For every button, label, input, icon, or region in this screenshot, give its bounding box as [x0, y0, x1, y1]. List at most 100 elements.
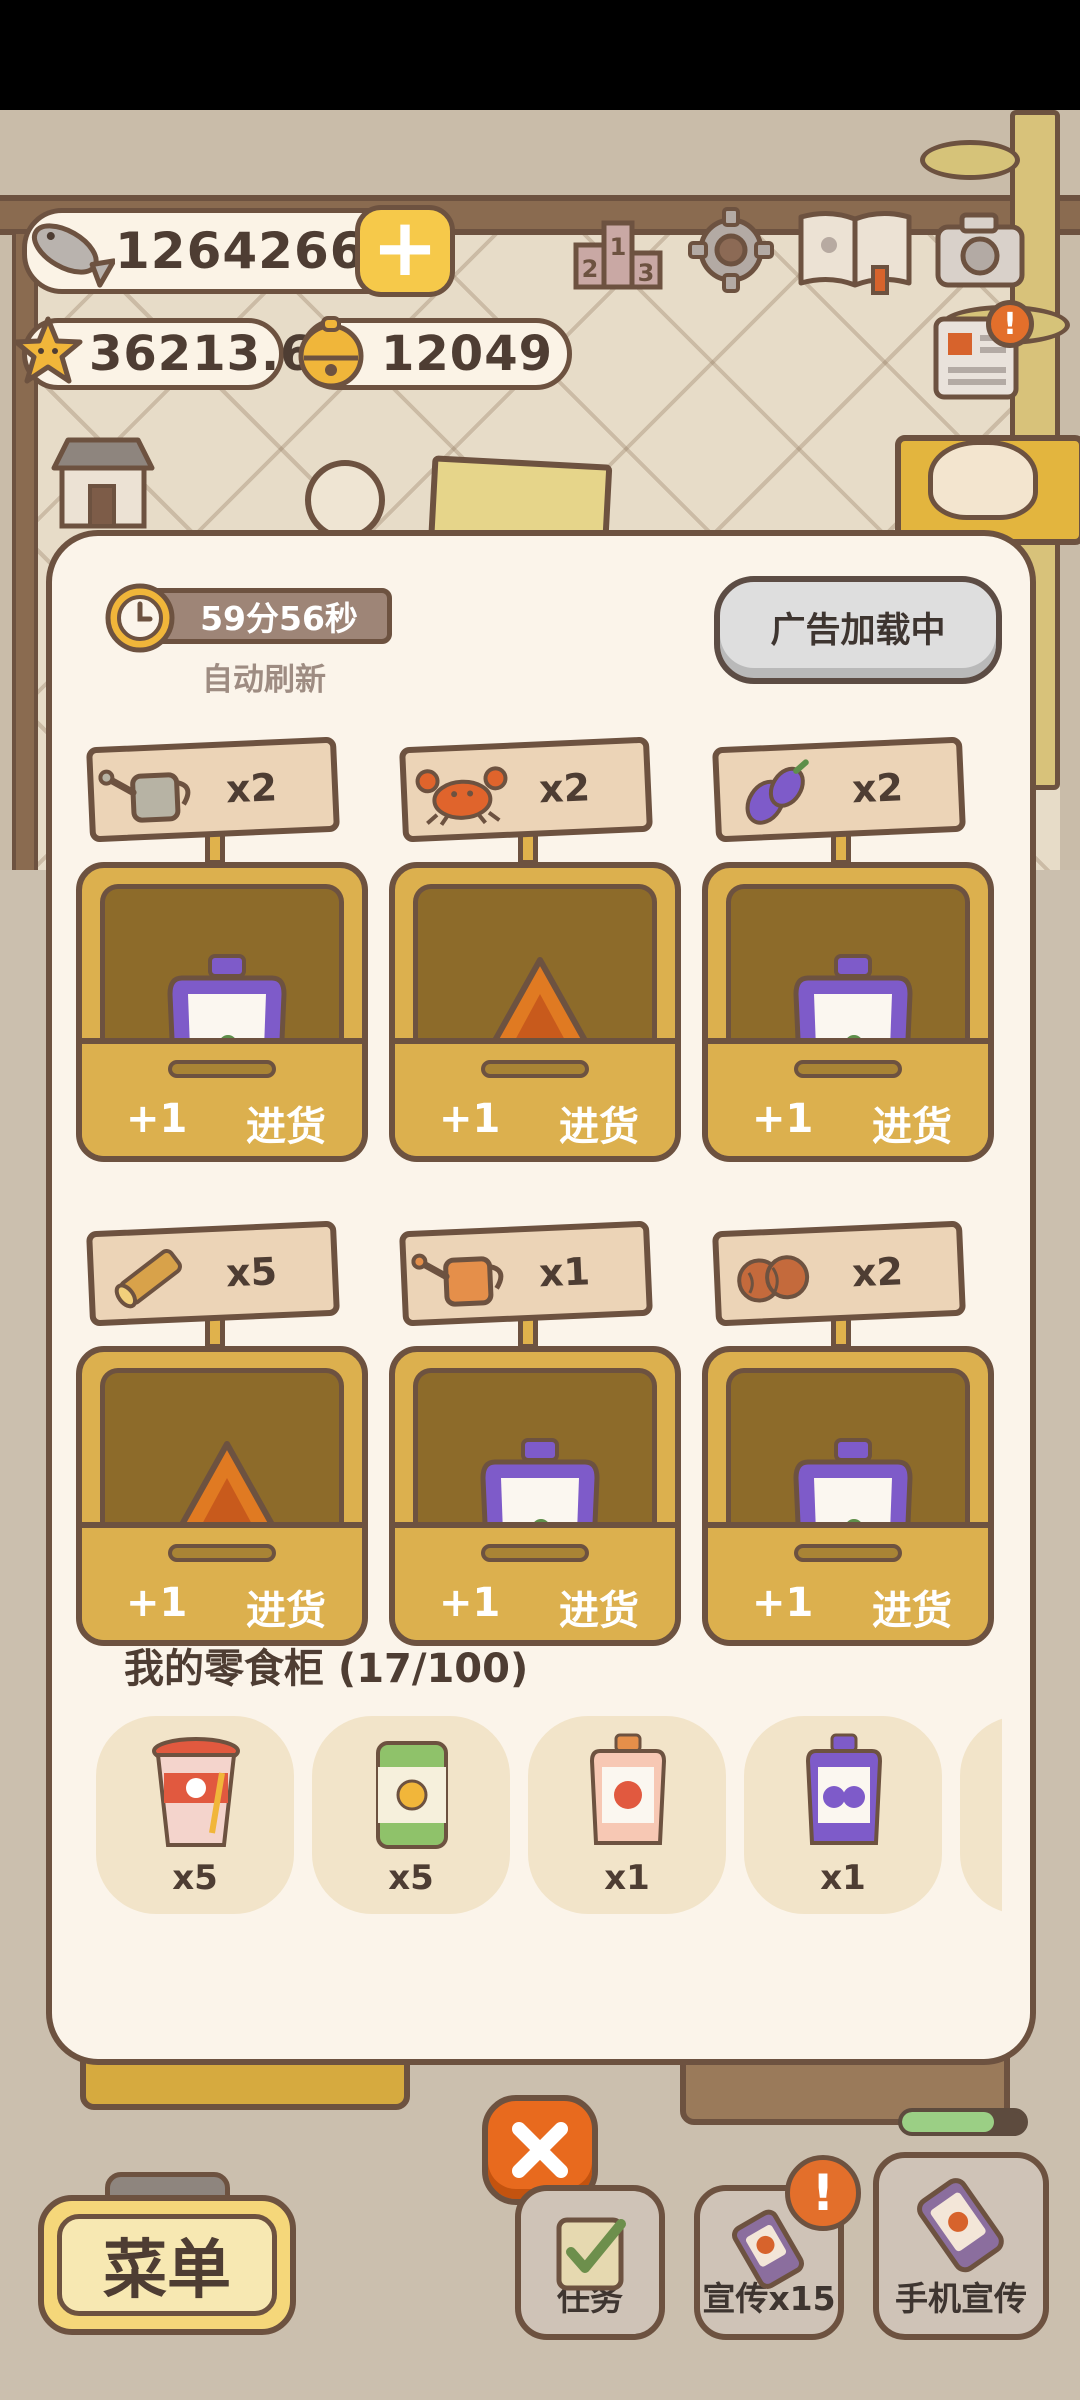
- restock-button[interactable]: 进货: [246, 1094, 326, 1152]
- sign-post: [518, 835, 538, 865]
- fish-count: 1264266: [115, 222, 366, 280]
- plus-one-label: +1: [126, 1580, 188, 1626]
- snack-item[interactable]: x1: [528, 1716, 726, 1914]
- plus-one-label: +1: [439, 1096, 501, 1142]
- sign-post: [205, 835, 225, 865]
- menu-button[interactable]: 菜单: [38, 2195, 296, 2335]
- wooden-balls-icon: [718, 1234, 831, 1319]
- requirement-qty: x2: [225, 764, 278, 811]
- requirement-qty: x1: [538, 1248, 591, 1295]
- gear-icon[interactable]: [683, 205, 779, 295]
- restock-button[interactable]: 进货: [872, 1578, 952, 1636]
- crate: +1 进货: [76, 862, 368, 1162]
- requirement-tag: x2: [399, 736, 653, 843]
- restock-panel: 59分56秒 自动刷新 广告加载中 +1 进货 x2 +1 进货 x2 +1 进…: [46, 530, 1036, 2065]
- eggplant-icon: [718, 750, 831, 835]
- phone-promo-label: 手机宣传: [895, 2279, 1027, 2318]
- crate: +1 进货: [702, 862, 994, 1162]
- recipe-book-icon[interactable]: [795, 205, 915, 295]
- ad-refresh-button[interactable]: 广告加载中: [714, 576, 1002, 684]
- status-bar: [0, 0, 1080, 110]
- crate: +1 进货: [702, 1346, 994, 1646]
- requirement-tag: x2: [86, 736, 340, 843]
- menu-label: 菜单: [103, 2234, 231, 2308]
- snack-qty: x5: [388, 1858, 434, 1898]
- crate-handle: [794, 1060, 902, 1078]
- crate: +1 进货: [76, 1346, 368, 1646]
- plus-one-label: +1: [752, 1580, 814, 1626]
- svg-text:3: 3: [638, 259, 655, 287]
- phone-promo-button[interactable]: 手机宣传: [873, 2152, 1049, 2340]
- clock-icon: [102, 578, 178, 654]
- timer-text: 59分56秒: [200, 599, 358, 638]
- checklist-icon: [540, 2205, 640, 2297]
- plus-one-label: +1: [439, 1580, 501, 1626]
- restock-slot[interactable]: +1 进货 x2: [76, 736, 371, 1182]
- restock-button[interactable]: 进货: [872, 1094, 952, 1152]
- strawberry-cup-icon: [136, 1728, 256, 1858]
- snack-qty: x5: [172, 1858, 218, 1898]
- watering-can-orange-icon: [405, 1234, 518, 1319]
- progress-fill: [902, 2112, 994, 2132]
- sign-post: [831, 1319, 851, 1349]
- snack-qty: x1: [604, 1858, 650, 1898]
- progress-bar: [898, 2108, 1028, 2136]
- snack-item[interactable]: x5: [96, 1716, 294, 1914]
- exclamation-icon: !: [986, 300, 1034, 348]
- crate-handle: [481, 1060, 589, 1078]
- green-can-icon: [352, 1728, 472, 1858]
- star-count: 36213.6: [89, 326, 315, 382]
- star-icon: [12, 315, 84, 387]
- plus-one-label: +1: [126, 1096, 188, 1142]
- task-button[interactable]: 任务: [515, 2185, 665, 2340]
- restock-slot[interactable]: +1 进货 x2: [389, 736, 684, 1182]
- requirement-qty: x2: [538, 764, 591, 811]
- snack-item[interactable]: x1: [744, 1716, 942, 1914]
- restock-slot[interactable]: +1 进货 x5: [76, 1220, 371, 1666]
- snack-item[interactable]: x5: [312, 1716, 510, 1914]
- requirement-qty: x5: [225, 1248, 278, 1295]
- requirement-qty: x2: [851, 764, 904, 811]
- wall-clock: [305, 460, 385, 540]
- shop-house-icon[interactable]: [48, 432, 158, 532]
- ad-button-label: 广告加载中: [770, 610, 946, 651]
- fish-icon: [20, 210, 115, 290]
- restock-slot[interactable]: +1 进货 x1: [389, 1220, 684, 1666]
- crate-handle: [168, 1544, 276, 1562]
- bell-icon: [292, 312, 370, 392]
- exclamation-icon: !: [785, 2155, 861, 2231]
- add-fish-button[interactable]: +: [355, 205, 455, 297]
- crate: +1 进货: [389, 862, 681, 1162]
- restock-button[interactable]: 进货: [559, 1094, 639, 1152]
- requirement-tag: x2: [712, 736, 966, 843]
- requirement-qty: x2: [851, 1248, 904, 1295]
- restock-slot[interactable]: +1 进货 x2: [702, 736, 997, 1182]
- phone-icon: [906, 2176, 1016, 2276]
- snack-cabinet[interactable]: x5 x5 x1 x1: [92, 1706, 1002, 1916]
- lion-dance-head[interactable]: [928, 440, 1038, 520]
- close-icon: [512, 2122, 568, 2178]
- requirement-tag: x1: [399, 1220, 653, 1327]
- svg-text:1: 1: [610, 233, 627, 261]
- snack-qty: x1: [820, 1858, 866, 1898]
- crate-handle: [168, 1060, 276, 1078]
- requirement-tag: x2: [712, 1220, 966, 1327]
- leaderboard-icon[interactable]: 213: [570, 205, 666, 295]
- restock-slot[interactable]: +1 进货 x2: [702, 1220, 997, 1666]
- cabinet-title: 我的零食柜 (17/100): [124, 1646, 529, 1692]
- crate-handle: [481, 1544, 589, 1562]
- restock-button[interactable]: 进货: [246, 1578, 326, 1636]
- strawberry-pouch-icon: [568, 1728, 688, 1858]
- plus-icon: +: [371, 201, 439, 294]
- camera-icon[interactable]: [932, 205, 1028, 295]
- crab-icon: [405, 750, 518, 835]
- snack-item[interactable]: [960, 1716, 1002, 1914]
- crate: +1 进货: [389, 1346, 681, 1646]
- wood-log-icon: [92, 1234, 205, 1319]
- svg-text:2: 2: [582, 255, 599, 283]
- bell-count: 12049: [381, 326, 553, 382]
- restock-button[interactable]: 进货: [559, 1578, 639, 1636]
- sign-post: [831, 835, 851, 865]
- plus-one-label: +1: [752, 1096, 814, 1142]
- grape-pouch-icon: [784, 1728, 904, 1858]
